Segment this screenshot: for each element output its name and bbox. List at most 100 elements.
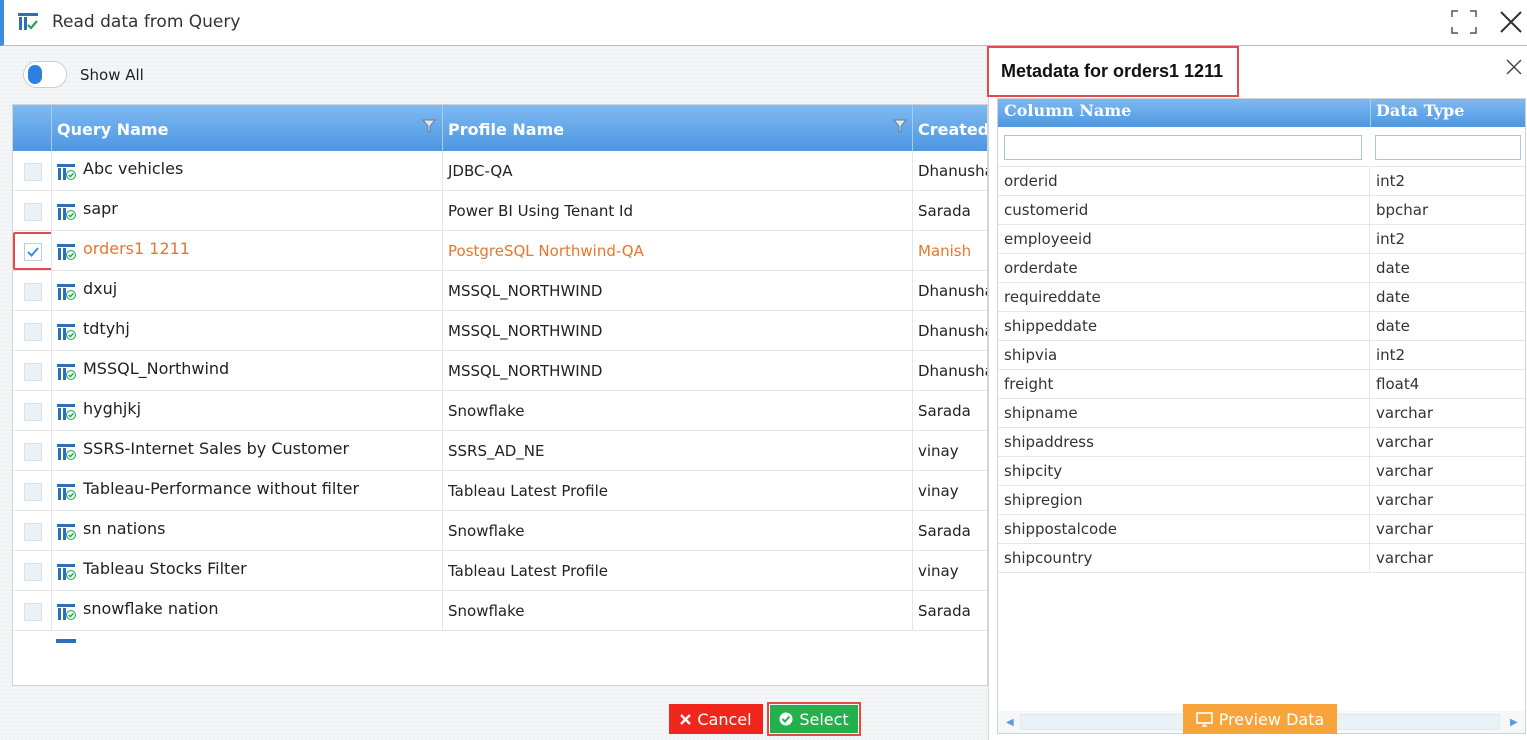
query-grid: Query Name Profile Name Created Abc vehi… [12, 104, 988, 686]
created-by-cell: vinay [913, 471, 987, 511]
profile-name-cell: PostgreSQL Northwind-QA [443, 231, 913, 271]
row-checkbox[interactable] [24, 323, 42, 341]
table-row[interactable]: sn nations Snowflake Sarada [13, 511, 987, 551]
column-name: freight [998, 370, 1370, 399]
row-checkbox[interactable] [24, 563, 42, 581]
created-by: Dhanusha [918, 162, 988, 180]
check-circle-icon [779, 712, 793, 726]
row-checkbox[interactable] [24, 403, 42, 421]
maximize-icon[interactable] [1451, 10, 1477, 34]
metadata-row[interactable]: shipvia int2 [998, 341, 1525, 370]
data-type: int2 [1376, 346, 1406, 364]
data-type: varchar [1376, 433, 1434, 451]
show-all-toggle[interactable] [23, 61, 67, 88]
metadata-grid: Column Name Data Type orderid int2 custome… [997, 98, 1526, 734]
query-report-icon [57, 244, 76, 260]
table-row[interactable]: orders1 1211 PostgreSQL Northwind-QA Manis… [13, 231, 987, 271]
created-by: Sarada [918, 402, 971, 420]
scroll-right-icon[interactable]: ▶ [1510, 717, 1518, 728]
profile-name: MSSQL_NORTHWIND [448, 282, 603, 300]
data-type-filter-input[interactable] [1375, 135, 1521, 160]
header-profile-name-label: Profile Name [448, 120, 565, 139]
metadata-row[interactable]: freight float4 [998, 370, 1525, 399]
metadata-row[interactable]: shipcountry varchar [998, 544, 1525, 573]
checkbox-highlight [13, 232, 51, 270]
query-name: SSRS-Internet Sales by Customer [83, 439, 350, 458]
table-row[interactable]: Abc vehicles JDBC-QA Dhanusha [13, 151, 988, 191]
row-checkbox[interactable] [24, 363, 42, 381]
data-type: varchar [1376, 549, 1434, 567]
metadata-row[interactable]: shippostalcode varchar [998, 515, 1525, 544]
query-name: sapr [83, 199, 118, 218]
row-checkbox[interactable] [24, 163, 42, 181]
header-check-column [13, 105, 52, 151]
metadata-row[interactable]: shippeddate date [998, 312, 1525, 341]
table-row[interactable]: sapr Power BI Using Tenant Id Sarada [13, 191, 987, 231]
table-row[interactable]: Tableau-Performance without filter Tablea… [13, 471, 987, 511]
row-checkbox[interactable] [24, 203, 42, 221]
column-name-filter-input[interactable] [1004, 135, 1362, 160]
query-report-icon [57, 284, 76, 300]
header-data-type[interactable]: Data Type [1376, 99, 1464, 127]
select-button[interactable]: Select [770, 705, 858, 733]
profile-name-cell: Tableau Latest Profile [443, 551, 913, 591]
row-checkbox[interactable] [24, 443, 42, 461]
query-report-icon [57, 404, 76, 420]
metadata-row[interactable]: employeeid int2 [998, 225, 1525, 254]
metadata-row[interactable]: customerid bpchar [998, 196, 1525, 225]
funnel-icon[interactable] [422, 119, 436, 133]
header-profile-name[interactable]: Profile Name [443, 105, 913, 151]
profile-name-cell: MSSQL_NORTHWIND [443, 311, 913, 351]
metadata-panel: Metadata for orders1 1211 Column Name Da… [987, 46, 1527, 740]
created-by: vinay [918, 442, 959, 460]
query-name-cell: MSSQL_Northwind [52, 351, 443, 391]
metadata-row[interactable]: orderid int2 [998, 167, 1525, 196]
metadata-row[interactable]: requireddate date [998, 283, 1525, 312]
query-report-icon [18, 13, 38, 30]
created-by-cell: Dhanusha [913, 151, 988, 191]
show-all-label: Show All [80, 66, 144, 84]
row-checkbox[interactable] [24, 483, 42, 501]
row-check-cell [13, 191, 52, 231]
header-column-name[interactable]: Column Name [1004, 99, 1131, 127]
table-row[interactable]: MSSQL_Northwind MSSQL_NORTHWIND Dhanusha [13, 351, 987, 391]
query-name-cell: dxuj [52, 271, 443, 311]
created-by: Manish [918, 242, 972, 260]
query-name-cell: hyghjkj [52, 391, 443, 431]
funnel-icon[interactable] [893, 119, 907, 133]
header-created[interactable]: Created [913, 105, 987, 151]
metadata-row[interactable]: orderdate date [998, 254, 1525, 283]
table-row[interactable]: SSRS-Internet Sales by Customer SSRS_AD_N… [13, 431, 987, 471]
close-icon[interactable] [1505, 58, 1523, 76]
row-checkbox[interactable] [24, 283, 42, 301]
row-checkbox[interactable] [24, 523, 42, 541]
query-report-icon [57, 204, 76, 220]
table-row[interactable]: hyghjkj Snowflake Sarada [13, 391, 987, 431]
table-row[interactable]: Tableau Stocks Filter Tableau Latest Prof… [13, 551, 987, 591]
close-icon[interactable] [1498, 9, 1524, 35]
profile-name: Snowflake [448, 602, 525, 620]
profile-name: PostgreSQL Northwind-QA [448, 242, 644, 260]
created-by-cell: vinay [913, 431, 987, 471]
metadata-grid-header: Column Name Data Type [998, 99, 1525, 127]
profile-name: MSSQL_NORTHWIND [448, 362, 603, 380]
scroll-left-icon[interactable]: ◀ [1006, 717, 1014, 728]
data-type: varchar [1376, 404, 1434, 422]
metadata-row[interactable]: shipaddress varchar [998, 428, 1525, 457]
row-checkbox[interactable] [24, 603, 42, 621]
metadata-row[interactable]: shipcity varchar [998, 457, 1525, 486]
metadata-row[interactable]: shipregion varchar [998, 486, 1525, 515]
cancel-button[interactable]: Cancel [669, 704, 763, 734]
table-row[interactable]: tdtyhj MSSQL_NORTHWIND Dhanusha [13, 311, 987, 351]
profile-name-cell: Snowflake [443, 591, 913, 631]
table-row[interactable]: snowflake nation Snowflake Sarada [13, 591, 987, 631]
metadata-row[interactable]: shipname varchar [998, 399, 1525, 428]
table-row[interactable]: dxuj MSSQL_NORTHWIND Dhanusha [13, 271, 987, 311]
profile-name: Tableau Latest Profile [448, 482, 609, 500]
header-query-name[interactable]: Query Name [52, 105, 443, 151]
metadata-title-highlight: Metadata for orders1 1211 [987, 46, 1239, 97]
created-by-cell: Dhanusha [913, 271, 987, 311]
created-by: Sarada [918, 202, 971, 220]
preview-data-button[interactable]: Preview Data [1183, 704, 1337, 734]
query-name-cell: sapr [52, 191, 443, 231]
